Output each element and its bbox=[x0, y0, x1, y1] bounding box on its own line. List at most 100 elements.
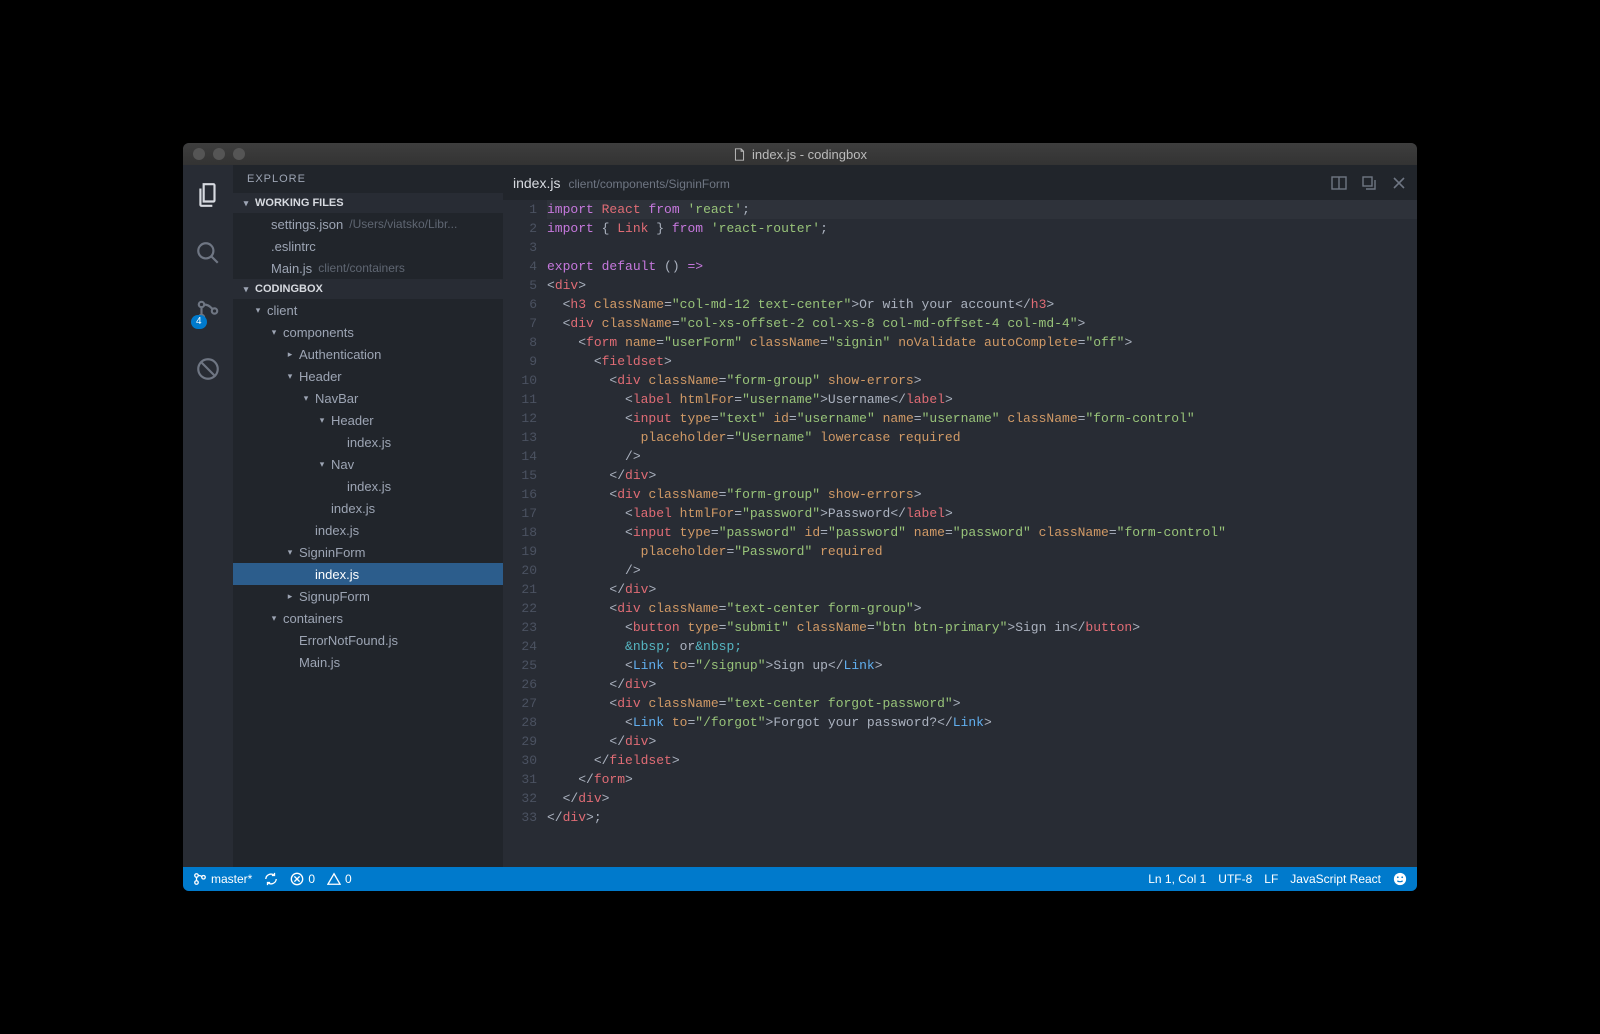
language-mode[interactable]: JavaScript React bbox=[1290, 872, 1381, 886]
code-line[interactable]: <button type="submit" className="btn btn… bbox=[547, 618, 1417, 637]
code-line[interactable]: </div>; bbox=[547, 808, 1417, 827]
tree-item[interactable]: ▾Header bbox=[233, 365, 503, 387]
code-line[interactable]: placeholder="Username" lowercase require… bbox=[547, 428, 1417, 447]
line-number: 33 bbox=[503, 808, 537, 827]
working-file-item[interactable]: .eslintrc bbox=[233, 235, 503, 257]
minimize-window-button[interactable] bbox=[213, 148, 225, 160]
line-number: 14 bbox=[503, 447, 537, 466]
code-line[interactable]: </div> bbox=[547, 732, 1417, 751]
code-line[interactable]: </fieldset> bbox=[547, 751, 1417, 770]
code-line[interactable]: import { Link } from 'react-router'; bbox=[547, 219, 1417, 238]
close-window-button[interactable] bbox=[193, 148, 205, 160]
tree-item[interactable]: ▸Authentication bbox=[233, 343, 503, 365]
file-tree: ▾client▾components▸Authentication▾Header… bbox=[233, 299, 503, 673]
code-line[interactable]: </div> bbox=[547, 580, 1417, 599]
file-icon bbox=[733, 148, 746, 161]
more-icon[interactable] bbox=[1361, 175, 1377, 191]
chevron-down-icon: ▾ bbox=[241, 284, 251, 295]
tab-filename: index.js bbox=[513, 175, 560, 191]
line-number: 21 bbox=[503, 580, 537, 599]
search-tab[interactable] bbox=[183, 233, 233, 273]
tree-item[interactable]: index.js bbox=[233, 475, 503, 497]
sync-icon bbox=[264, 872, 278, 886]
code-line[interactable] bbox=[547, 238, 1417, 257]
code-line[interactable]: <label htmlFor="password">Password</labe… bbox=[547, 504, 1417, 523]
code-line[interactable]: <div> bbox=[547, 276, 1417, 295]
twisty-icon: ▾ bbox=[285, 371, 295, 382]
code-line[interactable]: /> bbox=[547, 447, 1417, 466]
line-number: 16 bbox=[503, 485, 537, 504]
twisty-icon: ▾ bbox=[317, 415, 327, 426]
code-line[interactable]: <div className="text-center form-group"> bbox=[547, 599, 1417, 618]
line-number: 11 bbox=[503, 390, 537, 409]
tree-item-label: index.js bbox=[315, 523, 359, 538]
tree-item[interactable]: index.js bbox=[233, 497, 503, 519]
tree-item[interactable]: index.js bbox=[233, 519, 503, 541]
code-line[interactable]: import React from 'react'; bbox=[547, 200, 1417, 219]
code-line[interactable]: export default () => bbox=[547, 257, 1417, 276]
editor-tab[interactable]: index.js client/components/SigninForm bbox=[513, 175, 730, 191]
line-number: 3 bbox=[503, 238, 537, 257]
line-gutter: 1234567891011121314151617181920212223242… bbox=[503, 200, 547, 867]
code-editor[interactable]: 1234567891011121314151617181920212223242… bbox=[503, 200, 1417, 867]
tree-item[interactable]: ▾Header bbox=[233, 409, 503, 431]
tree-item[interactable]: ▸SignupForm bbox=[233, 585, 503, 607]
code-line[interactable]: <label htmlFor="username">Username</labe… bbox=[547, 390, 1417, 409]
tree-item[interactable]: ▾components bbox=[233, 321, 503, 343]
code-line[interactable]: <div className="form-group" show-errors> bbox=[547, 371, 1417, 390]
working-file-item[interactable]: Main.jsclient/containers bbox=[233, 257, 503, 279]
working-files-label: WORKING FILES bbox=[255, 197, 344, 209]
cursor-position[interactable]: Ln 1, Col 1 bbox=[1148, 872, 1206, 886]
project-header[interactable]: ▾ CODINGBOX bbox=[233, 279, 503, 299]
explorer-tab[interactable] bbox=[183, 175, 233, 215]
code-line[interactable]: </div> bbox=[547, 675, 1417, 694]
file-hint: client/containers bbox=[318, 261, 405, 275]
tree-item[interactable]: ▾SigninForm bbox=[233, 541, 503, 563]
traffic-lights bbox=[183, 148, 245, 160]
debug-tab[interactable] bbox=[183, 349, 233, 389]
code-line[interactable]: <form name="userForm" className="signin"… bbox=[547, 333, 1417, 352]
code-line[interactable]: <div className="col-xs-offset-2 col-xs-8… bbox=[547, 314, 1417, 333]
scm-badge: 4 bbox=[191, 315, 207, 329]
tree-item[interactable]: Main.js bbox=[233, 651, 503, 673]
errors-status[interactable]: 0 bbox=[290, 872, 315, 886]
tree-item[interactable]: ErrorNotFound.js bbox=[233, 629, 503, 651]
code-line[interactable]: </form> bbox=[547, 770, 1417, 789]
git-branch-status[interactable]: master* bbox=[193, 872, 252, 886]
split-editor-icon[interactable] bbox=[1331, 175, 1347, 191]
smiley-icon bbox=[1393, 872, 1407, 886]
code-content[interactable]: import React from 'react';import { Link … bbox=[547, 200, 1417, 867]
line-number: 31 bbox=[503, 770, 537, 789]
code-line[interactable]: <input type="text" id="username" name="u… bbox=[547, 409, 1417, 428]
tree-item[interactable]: index.js bbox=[233, 563, 503, 585]
working-file-item[interactable]: settings.json/Users/viatsko/Libr... bbox=[233, 213, 503, 235]
code-line[interactable]: &nbsp; or&nbsp; bbox=[547, 637, 1417, 656]
feedback-button[interactable] bbox=[1393, 872, 1407, 886]
close-icon[interactable] bbox=[1391, 175, 1407, 191]
code-line[interactable]: <h3 className="col-md-12 text-center">Or… bbox=[547, 295, 1417, 314]
sync-status[interactable] bbox=[264, 872, 278, 886]
code-line[interactable]: <Link to="/forgot">Forgot your password?… bbox=[547, 713, 1417, 732]
working-files-header[interactable]: ▾ WORKING FILES bbox=[233, 193, 503, 213]
warnings-status[interactable]: 0 bbox=[327, 872, 352, 886]
code-line[interactable]: placeholder="Password" required bbox=[547, 542, 1417, 561]
tree-item[interactable]: ▾containers bbox=[233, 607, 503, 629]
code-line[interactable]: </div> bbox=[547, 789, 1417, 808]
zoom-window-button[interactable] bbox=[233, 148, 245, 160]
source-control-tab[interactable]: 4 bbox=[183, 291, 233, 331]
file-name: settings.json bbox=[271, 217, 343, 232]
encoding-status[interactable]: UTF-8 bbox=[1218, 872, 1252, 886]
code-line[interactable]: <div className="form-group" show-errors> bbox=[547, 485, 1417, 504]
tree-item[interactable]: index.js bbox=[233, 431, 503, 453]
tree-item-label: Authentication bbox=[299, 347, 381, 362]
code-line[interactable]: <input type="password" id="password" nam… bbox=[547, 523, 1417, 542]
code-line[interactable]: </div> bbox=[547, 466, 1417, 485]
code-line[interactable]: <fieldset> bbox=[547, 352, 1417, 371]
code-line[interactable]: <div className="text-center forgot-passw… bbox=[547, 694, 1417, 713]
tree-item[interactable]: ▾NavBar bbox=[233, 387, 503, 409]
tree-item[interactable]: ▾client bbox=[233, 299, 503, 321]
code-line[interactable]: <Link to="/signup">Sign up</Link> bbox=[547, 656, 1417, 675]
code-line[interactable]: /> bbox=[547, 561, 1417, 580]
eol-status[interactable]: LF bbox=[1264, 872, 1278, 886]
tree-item[interactable]: ▾Nav bbox=[233, 453, 503, 475]
